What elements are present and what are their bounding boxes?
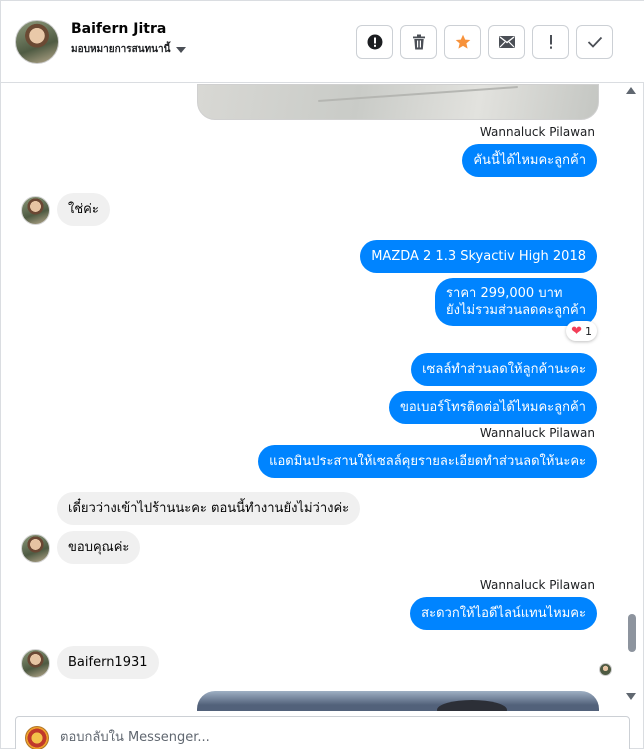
follow-up-button[interactable]: [532, 25, 569, 59]
check-icon: [587, 36, 602, 48]
message-line: ราคา 299,000 บาท: [446, 286, 563, 301]
contact-avatar[interactable]: [15, 20, 59, 64]
header-toolbar: [356, 25, 613, 59]
mark-unread-button[interactable]: [488, 25, 525, 59]
scroll-down-arrow-icon[interactable]: [626, 693, 636, 700]
shared-photo-bottom[interactable]: [197, 691, 599, 711]
outgoing-message[interactable]: แอดมินประสานให้เซลล์คุยรายละเอียดทำส่วนล…: [258, 445, 597, 478]
outgoing-message[interactable]: ราคา 299,000 บาท ยังไม่รวมส่วนลดคะลูกค้า: [435, 278, 597, 326]
assign-conversation-dropdown[interactable]: มอบหมายการสนทนานี้: [71, 42, 187, 57]
sender-name: Wannaluck Pilawan: [479, 125, 595, 139]
heart-reaction-icon: ❤: [571, 323, 582, 339]
exclamation-icon: [549, 35, 552, 49]
reply-composer: [15, 716, 630, 749]
mark-done-button[interactable]: [576, 25, 613, 59]
outgoing-message[interactable]: สะดวกให้ไอดีไลน์แทนไหมคะ: [410, 597, 597, 630]
incoming-message[interactable]: ใช่ค่ะ: [57, 193, 110, 226]
star-button[interactable]: [444, 25, 481, 59]
delete-button[interactable]: [400, 25, 437, 59]
contact-avatar-small[interactable]: [21, 534, 50, 563]
conversation-header: Baifern Jitra มอบหมายการสนทนานี้: [1, 1, 644, 83]
incoming-message[interactable]: ขอบคุณค่ะ: [57, 531, 141, 564]
reply-input[interactable]: [60, 727, 600, 747]
incoming-message[interactable]: เดี๋ยวว่างเข้าไปร้านนะคะ ตอนนี้ทำงานยังไ…: [57, 492, 361, 525]
page-avatar-icon: [25, 726, 49, 749]
assign-conversation-label: มอบหมายการสนทนานี้: [71, 44, 171, 55]
outgoing-message[interactable]: ขอเบอร์โทรติดต่อได้ไหมคะลูกค้า: [388, 391, 597, 424]
scrollbar-thumb[interactable]: [628, 614, 636, 652]
star-icon: [455, 34, 470, 49]
contact-avatar-small[interactable]: [21, 649, 50, 678]
incoming-message[interactable]: Baifern1931: [57, 646, 159, 679]
alert-circle-icon: [367, 34, 382, 50]
outgoing-message[interactable]: คันนี้ได้ไหมคะลูกค้า: [462, 144, 597, 177]
outgoing-message[interactable]: MAZDA 2 1.3 Skyactiv High 2018: [360, 240, 597, 273]
envelope-icon: [498, 36, 515, 48]
contact-name[interactable]: Baifern Jitra: [71, 21, 166, 37]
outgoing-message[interactable]: เซลล์ทำส่วนลดให้ลูกค้านะคะ: [411, 353, 597, 386]
contact-avatar-small[interactable]: [21, 196, 50, 225]
sender-name: Wannaluck Pilawan: [479, 578, 595, 592]
mark-spam-button[interactable]: [356, 25, 393, 59]
trash-icon: [412, 34, 425, 50]
scroll-up-arrow-icon[interactable]: [626, 87, 636, 94]
shared-photo-top[interactable]: [197, 84, 599, 120]
message-line: ยังไม่รวมส่วนลดคะลูกค้า: [446, 303, 586, 318]
messenger-panel: Baifern Jitra มอบหมายการสนทนานี้ Wannalu…: [0, 0, 644, 749]
reaction-count: 1: [585, 324, 592, 338]
caret-down-icon: [176, 46, 187, 53]
reaction-badge[interactable]: ❤ 1: [566, 321, 597, 341]
sender-name: Wannaluck Pilawan: [479, 426, 595, 440]
read-receipt-avatar: [599, 663, 612, 676]
